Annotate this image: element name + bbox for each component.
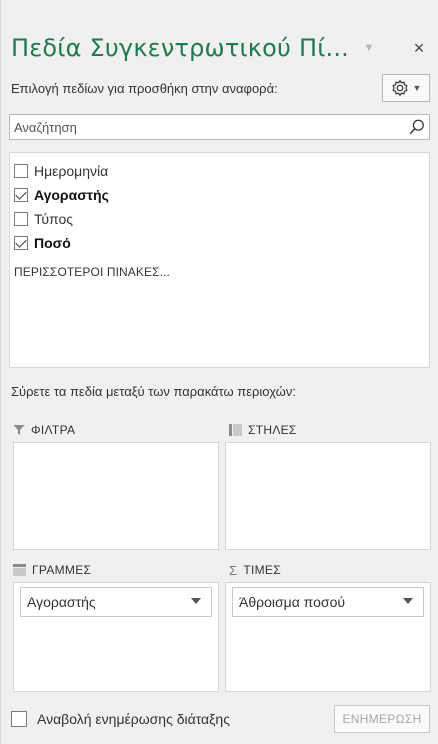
rows-drop-area[interactable]: Αγοραστής — [13, 582, 219, 692]
field-checkbox[interactable] — [14, 212, 28, 226]
field-item-amount[interactable]: Ποσό — [10, 231, 429, 255]
pane-title: Πεδία Συγκεντρωτικού Πί... — [11, 34, 350, 62]
chevron-down-icon[interactable] — [191, 598, 201, 604]
rows-icon — [13, 564, 26, 576]
chevron-down-icon[interactable] — [403, 598, 413, 604]
pivot-fields-pane: Πεδία Συγκεντρωτικού Πί... ▼ × Επιλογή π… — [0, 0, 438, 744]
field-item-buyer[interactable]: Αγοραστής — [10, 183, 429, 207]
field-label: Ποσό — [34, 235, 71, 251]
close-button[interactable]: × — [408, 37, 430, 59]
columns-drop-area[interactable] — [225, 442, 431, 550]
field-label: Αγοραστής — [34, 187, 109, 203]
chevron-down-icon: ▼ — [363, 42, 375, 54]
field-checkbox[interactable] — [14, 188, 28, 202]
filters-drop-area[interactable] — [13, 442, 219, 550]
defer-update-label: Αναβολή ενημέρωσης διάταξης — [37, 711, 230, 727]
field-label: Τύπος — [34, 211, 73, 227]
choose-fields-row: Επιλογή πεδίων για προσθήκη στην αναφορά… — [11, 72, 430, 104]
field-list: Ημερομηνία Αγοραστής Τύπος Ποσό ΠΕΡΙΣΣΟΤ… — [9, 152, 430, 368]
field-item-type[interactable]: Τύπος — [10, 207, 429, 231]
values-area-field[interactable]: Άθροισμα ποσού — [232, 587, 424, 617]
search-icon[interactable] — [405, 115, 429, 139]
sigma-icon: Σ — [229, 562, 238, 578]
drag-instructions: Σύρετε τα πεδία μεταξύ των παρακάτω περι… — [11, 384, 296, 399]
update-button[interactable]: ΕΝΗΜΕΡΩΣΗ — [334, 705, 430, 733]
tools-button[interactable]: ▼ — [382, 74, 430, 102]
field-checkbox[interactable] — [14, 236, 28, 250]
field-checkbox[interactable] — [14, 164, 28, 178]
search-input[interactable] — [10, 115, 405, 139]
values-area-label: Σ ΤΙΜΕΣ — [229, 562, 281, 578]
values-drop-area[interactable]: Άθροισμα ποσού — [225, 582, 431, 692]
pane-header: Πεδία Συγκεντρωτικού Πί... ▼ × — [11, 28, 430, 68]
columns-icon — [229, 424, 242, 436]
defer-update-checkbox[interactable] — [11, 711, 27, 727]
more-tables-link[interactable]: ΠΕΡΙΣΣΟΤΕΡΟΙ ΠΙΝΑΚΕΣ... — [10, 265, 429, 279]
filters-area-label: ΦΙΛΤΡΑ — [13, 420, 75, 440]
field-item-date[interactable]: Ημερομηνία — [10, 159, 429, 183]
close-icon: × — [413, 37, 425, 58]
choose-fields-label: Επιλογή πεδίων για προσθήκη στην αναφορά… — [11, 80, 278, 96]
pane-footer: Αναβολή ενημέρωσης διάταξης ΕΝΗΜΕΡΩΣΗ — [11, 704, 430, 734]
rows-area-field[interactable]: Αγοραστής — [20, 587, 212, 617]
filter-icon — [13, 424, 25, 436]
field-label: Ημερομηνία — [34, 163, 109, 179]
rows-area-label: ΓΡΑΜΜΕΣ — [13, 560, 91, 580]
search-box — [9, 114, 430, 140]
pane-options-dropdown[interactable]: ▼ — [358, 37, 380, 59]
gear-icon — [391, 79, 408, 97]
columns-area-label: ΣΤΗΛΕΣ — [229, 420, 297, 440]
chevron-down-icon: ▼ — [412, 83, 422, 93]
